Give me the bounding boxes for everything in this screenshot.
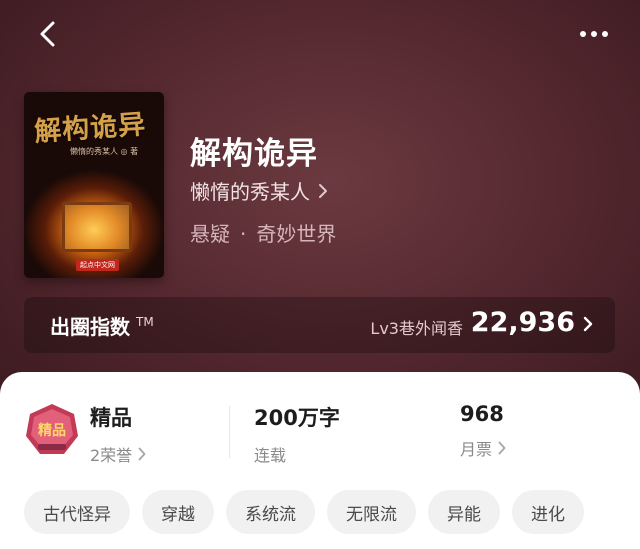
tag-chip[interactable]: 进化: [512, 490, 584, 534]
honors-link[interactable]: 2荣誉: [90, 442, 146, 466]
honors-count: 2荣誉: [90, 446, 133, 465]
cover-publisher: 起点中文网: [76, 259, 119, 271]
monthly-votes-label: 月票: [460, 440, 493, 459]
popularity-label: 出圈指数 TM: [50, 311, 154, 340]
chevron-right-icon: [498, 441, 506, 455]
word-count-stat: 200万字 连载: [254, 402, 340, 466]
popularity-index-bar[interactable]: 出圈指数 TM Lv3巷外闻香 22,936: [24, 297, 615, 353]
more-dots-icon: [580, 31, 608, 37]
book-info-card: 精品 精品 2荣誉 200万字 连载 968 月票 古代怪异 穿越 系统流 无限…: [0, 372, 640, 549]
genre-main: 悬疑: [190, 222, 230, 246]
tag-list: 古代怪异 穿越 系统流 无限流 异能 进化: [24, 490, 584, 534]
word-count: 200万字: [254, 406, 340, 430]
book-cover[interactable]: 解构诡异 懒惰的秀某人 ◎ 著 起点中文网: [24, 92, 164, 278]
cover-chest-illustration: [62, 202, 132, 252]
tag-chip[interactable]: 系统流: [226, 490, 315, 534]
tag-chip[interactable]: 异能: [428, 490, 500, 534]
monthly-votes-stat[interactable]: 968 月票: [460, 402, 506, 460]
tag-chip[interactable]: 无限流: [327, 490, 416, 534]
cover-title: 解构诡异: [33, 109, 148, 148]
monthly-votes-count: 968: [460, 402, 504, 426]
trademark-mark: TM: [136, 315, 154, 330]
tag-chip[interactable]: 穿越: [142, 490, 214, 534]
serial-status: 连载: [254, 446, 287, 465]
more-button[interactable]: [576, 18, 612, 50]
chevron-right-icon: [583, 316, 593, 332]
cover-author: 懒惰的秀某人 ◎ 著: [70, 147, 139, 156]
author-name: 懒惰的秀某人: [190, 180, 310, 204]
genre-separator: ·: [240, 222, 247, 246]
back-button[interactable]: [32, 18, 64, 50]
genre-info: 悬疑 · 奇妙世界: [190, 218, 336, 247]
chevron-right-icon: [138, 447, 146, 461]
monthly-votes-link[interactable]: 月票: [460, 436, 506, 460]
popularity-level: Lv3巷外闻香: [370, 319, 463, 338]
popularity-label-text: 出圈指数: [50, 315, 130, 339]
chevron-left-icon: [40, 21, 55, 47]
book-title: 解构诡异: [190, 136, 318, 172]
quality-stat[interactable]: 精品 2荣誉: [90, 402, 146, 466]
author-link[interactable]: 懒惰的秀某人: [190, 176, 328, 205]
divider: [229, 406, 230, 458]
chevron-right-icon: [319, 183, 327, 198]
quality-badge-icon[interactable]: 精品: [24, 402, 80, 458]
badge-text: 精品: [38, 422, 66, 439]
quality-label: 精品: [90, 406, 132, 430]
popularity-score: 22,936: [470, 307, 575, 338]
tag-chip[interactable]: 古代怪异: [24, 490, 130, 534]
genre-sub: 奇妙世界: [256, 222, 337, 246]
